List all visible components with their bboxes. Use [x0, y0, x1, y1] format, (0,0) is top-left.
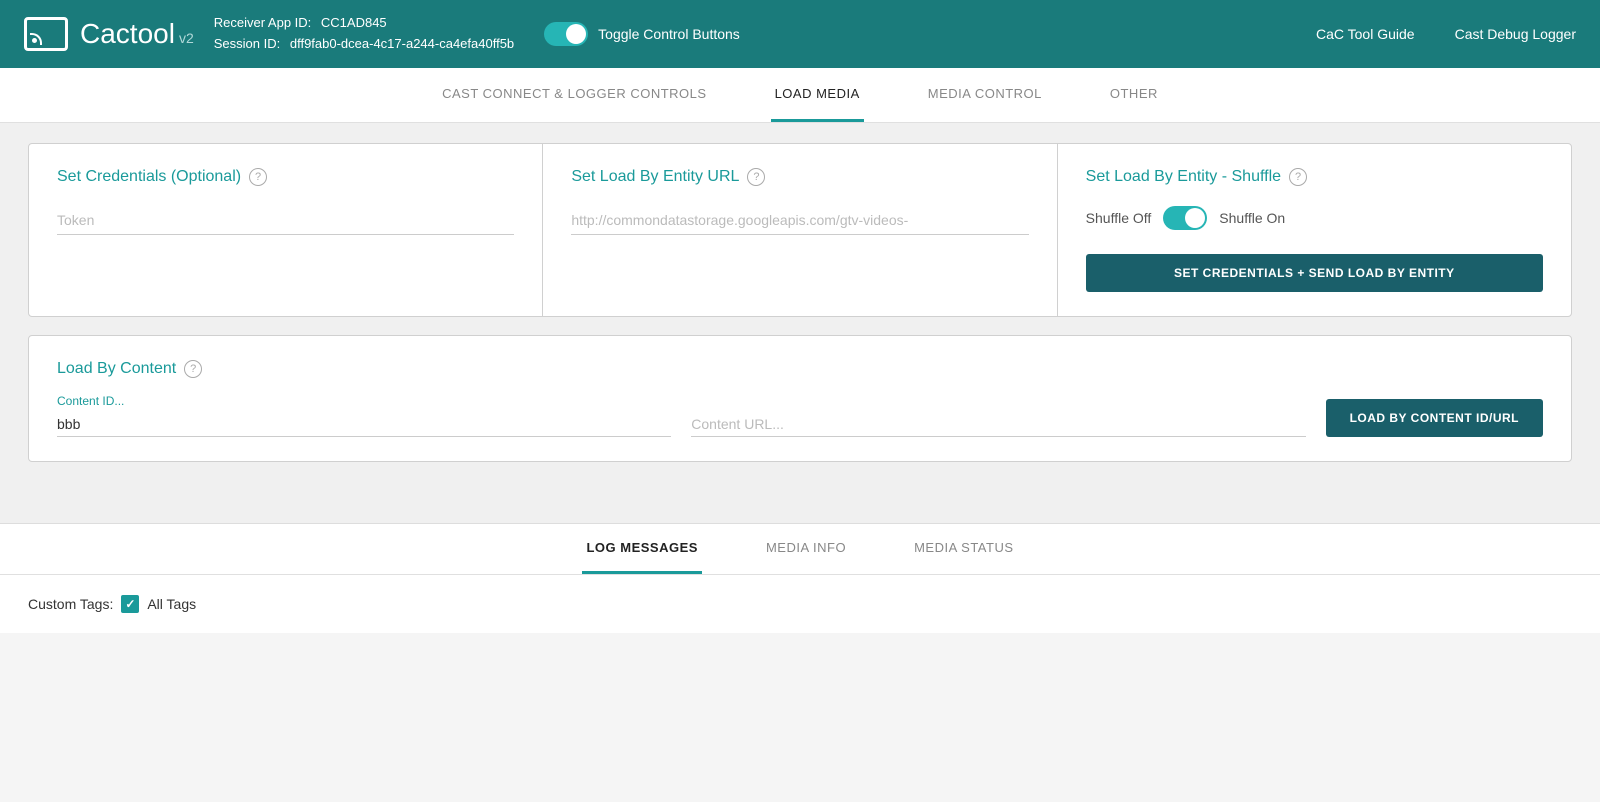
tab-media-control[interactable]: MEDIA CONTROL: [924, 68, 1046, 122]
token-input[interactable]: [57, 206, 514, 235]
tab-log-messages[interactable]: LOG MESSAGES: [582, 524, 701, 574]
entity-url-title: Set Load By Entity URL ?: [571, 168, 1028, 186]
load-by-content-title: Load By Content ?: [57, 360, 1543, 378]
set-credentials-card: Set Credentials (Optional) ?: [29, 144, 543, 316]
cards-row: Set Credentials (Optional) ? Set Load By…: [28, 143, 1572, 317]
cast-debug-logger-link[interactable]: Cast Debug Logger: [1455, 26, 1576, 42]
load-by-content-help-icon[interactable]: ?: [184, 360, 202, 378]
load-by-content-button[interactable]: LOAD BY CONTENT ID/URL: [1326, 399, 1543, 437]
header-toggle-area: Toggle Control Buttons: [544, 22, 740, 46]
bottom-section: LOG MESSAGES MEDIA INFO MEDIA STATUS Cus…: [0, 523, 1600, 633]
set-credentials-send-load-entity-button[interactable]: SET CREDENTIALS + SEND LOAD BY ENTITY: [1086, 254, 1543, 292]
credentials-title: Set Credentials (Optional) ?: [57, 168, 514, 186]
entity-url-input[interactable]: [571, 206, 1028, 235]
entity-shuffle-title: Set Load By Entity - Shuffle ?: [1086, 168, 1543, 186]
logo: Cactoolv2: [24, 17, 194, 51]
content-url-input[interactable]: [691, 412, 1305, 437]
shuffle-controls: Shuffle Off Shuffle On: [1086, 206, 1543, 230]
all-tags-checkbox[interactable]: [121, 595, 139, 613]
content-id-group: Content ID... bbb: [57, 394, 671, 437]
tab-media-info[interactable]: MEDIA INFO: [762, 524, 850, 574]
shuffle-off-label: Shuffle Off: [1086, 210, 1152, 226]
logo-text: Cactoolv2: [80, 18, 194, 50]
cast-icon: [24, 17, 68, 51]
set-load-entity-shuffle-card: Set Load By Entity - Shuffle ? Shuffle O…: [1058, 144, 1571, 316]
entity-shuffle-help-icon[interactable]: ?: [1289, 168, 1307, 186]
content-id-label: Content ID...: [57, 394, 671, 408]
custom-tags-row: Custom Tags: All Tags: [28, 595, 1572, 613]
content-id-input[interactable]: bbb: [57, 412, 671, 437]
credentials-help-icon[interactable]: ?: [249, 168, 267, 186]
header: Cactoolv2 Receiver App ID: CC1AD845 Sess…: [0, 0, 1600, 68]
bottom-content: Custom Tags: All Tags: [0, 575, 1600, 633]
tab-other[interactable]: OTHER: [1106, 68, 1162, 122]
tab-cast-connect[interactable]: CAST CONNECT & LOGGER CONTROLS: [438, 68, 710, 122]
set-load-entity-url-card: Set Load By Entity URL ?: [543, 144, 1057, 316]
all-tags-label: All Tags: [147, 596, 196, 612]
control-buttons-toggle[interactable]: [544, 22, 588, 46]
load-by-content-inputs: Content ID... bbb LOAD BY CONTENT ID/URL: [57, 394, 1543, 437]
tab-media-status[interactable]: MEDIA STATUS: [910, 524, 1017, 574]
bottom-tabs: LOG MESSAGES MEDIA INFO MEDIA STATUS: [0, 524, 1600, 575]
content-url-group: [691, 412, 1305, 437]
custom-tags-label: Custom Tags:: [28, 596, 113, 612]
session-id: Session ID: dff9fab0-dcea-4c17-a244-ca4e…: [214, 34, 514, 55]
tab-load-media[interactable]: LOAD MEDIA: [771, 68, 864, 122]
session-info: Receiver App ID: CC1AD845 Session ID: df…: [214, 13, 514, 55]
toggle-label: Toggle Control Buttons: [598, 26, 740, 42]
main-tabs: CAST CONNECT & LOGGER CONTROLS LOAD MEDI…: [0, 68, 1600, 123]
cac-tool-guide-link[interactable]: CaC Tool Guide: [1316, 26, 1415, 42]
shuffle-on-label: Shuffle On: [1219, 210, 1285, 226]
receiver-app-id: Receiver App ID: CC1AD845: [214, 13, 514, 34]
load-by-content-card: Load By Content ? Content ID... bbb LOAD…: [28, 335, 1572, 462]
header-nav: CaC Tool Guide Cast Debug Logger: [1316, 26, 1576, 42]
main-content: Set Credentials (Optional) ? Set Load By…: [0, 123, 1600, 523]
shuffle-toggle[interactable]: [1163, 206, 1207, 230]
entity-url-help-icon[interactable]: ?: [747, 168, 765, 186]
